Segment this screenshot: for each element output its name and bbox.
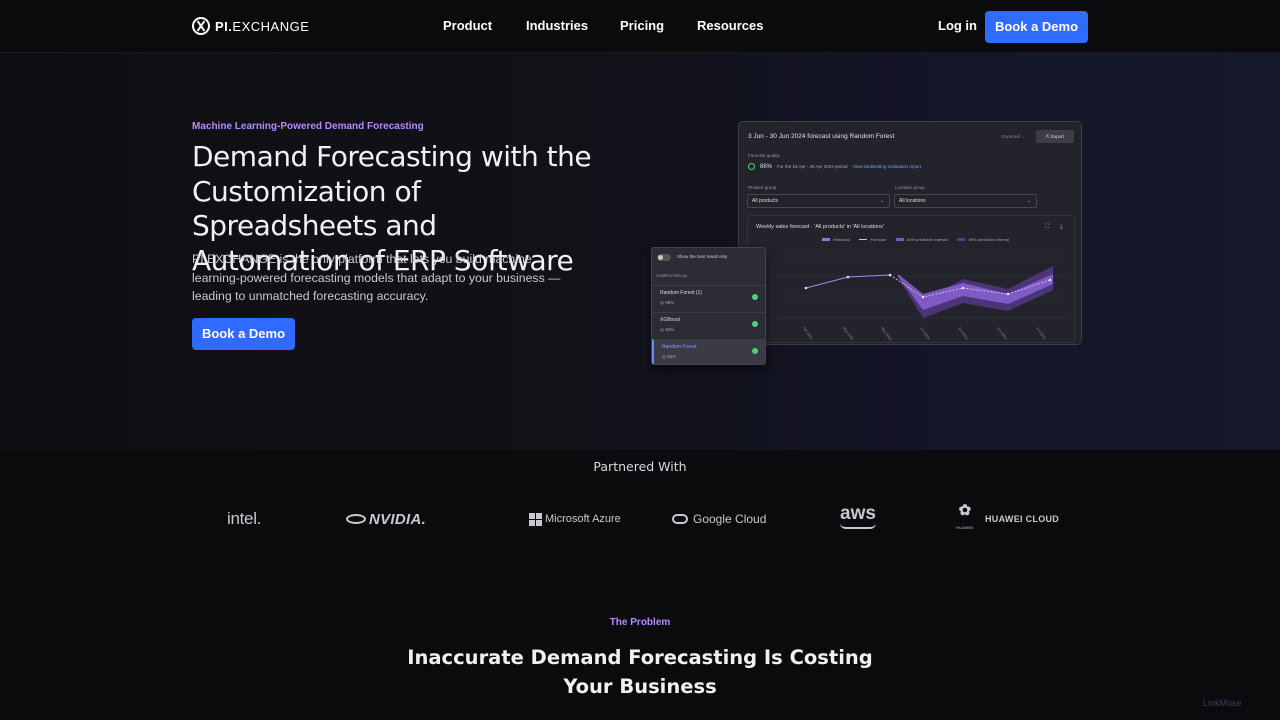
forecast-chart: Weekly sales forecast · 'All products' i…: [747, 215, 1075, 343]
svg-text:May 2024: May 2024: [880, 326, 892, 341]
svg-text:Jun 2024: Jun 2024: [957, 326, 969, 340]
best-result-toggle[interactable]: [657, 254, 671, 261]
chevron-down-icon: ⌄: [1026, 198, 1031, 204]
partnered-with-label: Partnered With: [593, 459, 687, 474]
report-link[interactable]: View backtesting evaluation report: [853, 164, 921, 169]
aws-logo: aws: [840, 504, 876, 533]
nav-product[interactable]: Product: [443, 18, 492, 33]
check-icon: [752, 321, 758, 327]
model-item-selected[interactable]: Random Forest ◎ 86%: [652, 339, 765, 364]
login-link[interactable]: Log in: [938, 18, 977, 33]
accuracy-value: 86%: [760, 163, 773, 170]
svg-text:Apr 2024: Apr 2024: [802, 326, 813, 340]
check-icon: [752, 348, 758, 354]
chart-plot: Apr 2024 May 2024 May 2024 Jun 2024 Jun …: [776, 255, 1068, 341]
location-group-select[interactable]: All locations ⌄: [894, 194, 1037, 208]
huawei-cloud-logo: ✿ HUAWEI HUAWEI CLOUD: [955, 501, 1059, 533]
forecast-card: 3 Jun - 30 Jun 2024 forecast using Rando…: [738, 121, 1082, 345]
svg-text:May 2024: May 2024: [842, 326, 854, 341]
huawei-flower-icon: ✿ HUAWEI: [956, 501, 974, 530]
product-group-label: Product group: [748, 185, 777, 190]
pi-logo-icon: [192, 17, 210, 35]
check-circle-icon: [748, 163, 755, 170]
model-results-panel: Show the best result only COMPLETED (3) …: [651, 247, 766, 365]
model-item[interactable]: XGBoost ◎ 93%: [652, 312, 765, 338]
chevron-down-icon: ⌄: [879, 198, 884, 204]
forecast-card-title: 3 Jun - 30 Jun 2024 forecast using Rando…: [748, 133, 895, 140]
nav-resources[interactable]: Resources: [697, 18, 763, 33]
microsoft-azure-logo: Microsoft Azure: [529, 505, 621, 533]
aws-smile-icon: [840, 523, 876, 529]
svg-text:Jun 2024: Jun 2024: [919, 326, 931, 340]
google-cloud-logo: Google Cloud: [672, 505, 766, 533]
cloud-icon: [672, 514, 688, 524]
microsoft-squares-icon: [529, 512, 542, 526]
book-demo-hero-button[interactable]: Book a Demo: [192, 318, 295, 350]
forecast-quality-label: Forecast quality: [748, 153, 780, 158]
hero-eyebrow: Machine Learning-Powered Demand Forecast…: [192, 121, 424, 132]
problem-title: Inaccurate Demand Forecasting Is Costing…: [407, 646, 873, 698]
pi-exchange-logo[interactable]: PI.EXCHANGE: [192, 16, 309, 36]
problem-eyebrow: The Problem: [609, 617, 671, 628]
nvidia-logo: NVIDIA.: [346, 505, 426, 533]
completed-count: COMPLETED (3): [656, 273, 687, 278]
svg-text:Jun 2024: Jun 2024: [996, 326, 1008, 340]
model-item[interactable]: Random Forest (1) ◎ 89%: [652, 285, 765, 311]
export-button[interactable]: ⇱ Export: [1036, 130, 1074, 143]
hero-subtitle: PI.EXCHANGE is the only platform that le…: [192, 252, 561, 303]
top-navbar: PI.EXCHANGE Product Industries Pricing R…: [0, 0, 1280, 53]
intel-logo: intel.: [227, 509, 262, 528]
watermark-badge: LinkMuse: [1203, 698, 1242, 708]
location-group-label: Location group: [895, 185, 925, 190]
nvidia-eye-icon: [346, 514, 366, 524]
forecast-quality-row: 86% For the 15 Apr - 28 Apr 2024 period …: [748, 163, 921, 170]
nav-pricing[interactable]: Pricing: [620, 18, 664, 33]
product-group-select[interactable]: All products ⌄: [747, 194, 890, 208]
check-icon: [752, 294, 758, 300]
nav-industries[interactable]: Industries: [526, 18, 588, 33]
svg-text:Jun 2024: Jun 2024: [1035, 326, 1047, 340]
exported-dropdown[interactable]: Exported ⌄: [1002, 134, 1025, 140]
show-best-label: Show the best result only: [677, 254, 728, 259]
period-text: For the 15 Apr - 28 Apr 2024 period: [777, 164, 848, 169]
book-demo-nav-button[interactable]: Book a Demo: [985, 11, 1088, 43]
